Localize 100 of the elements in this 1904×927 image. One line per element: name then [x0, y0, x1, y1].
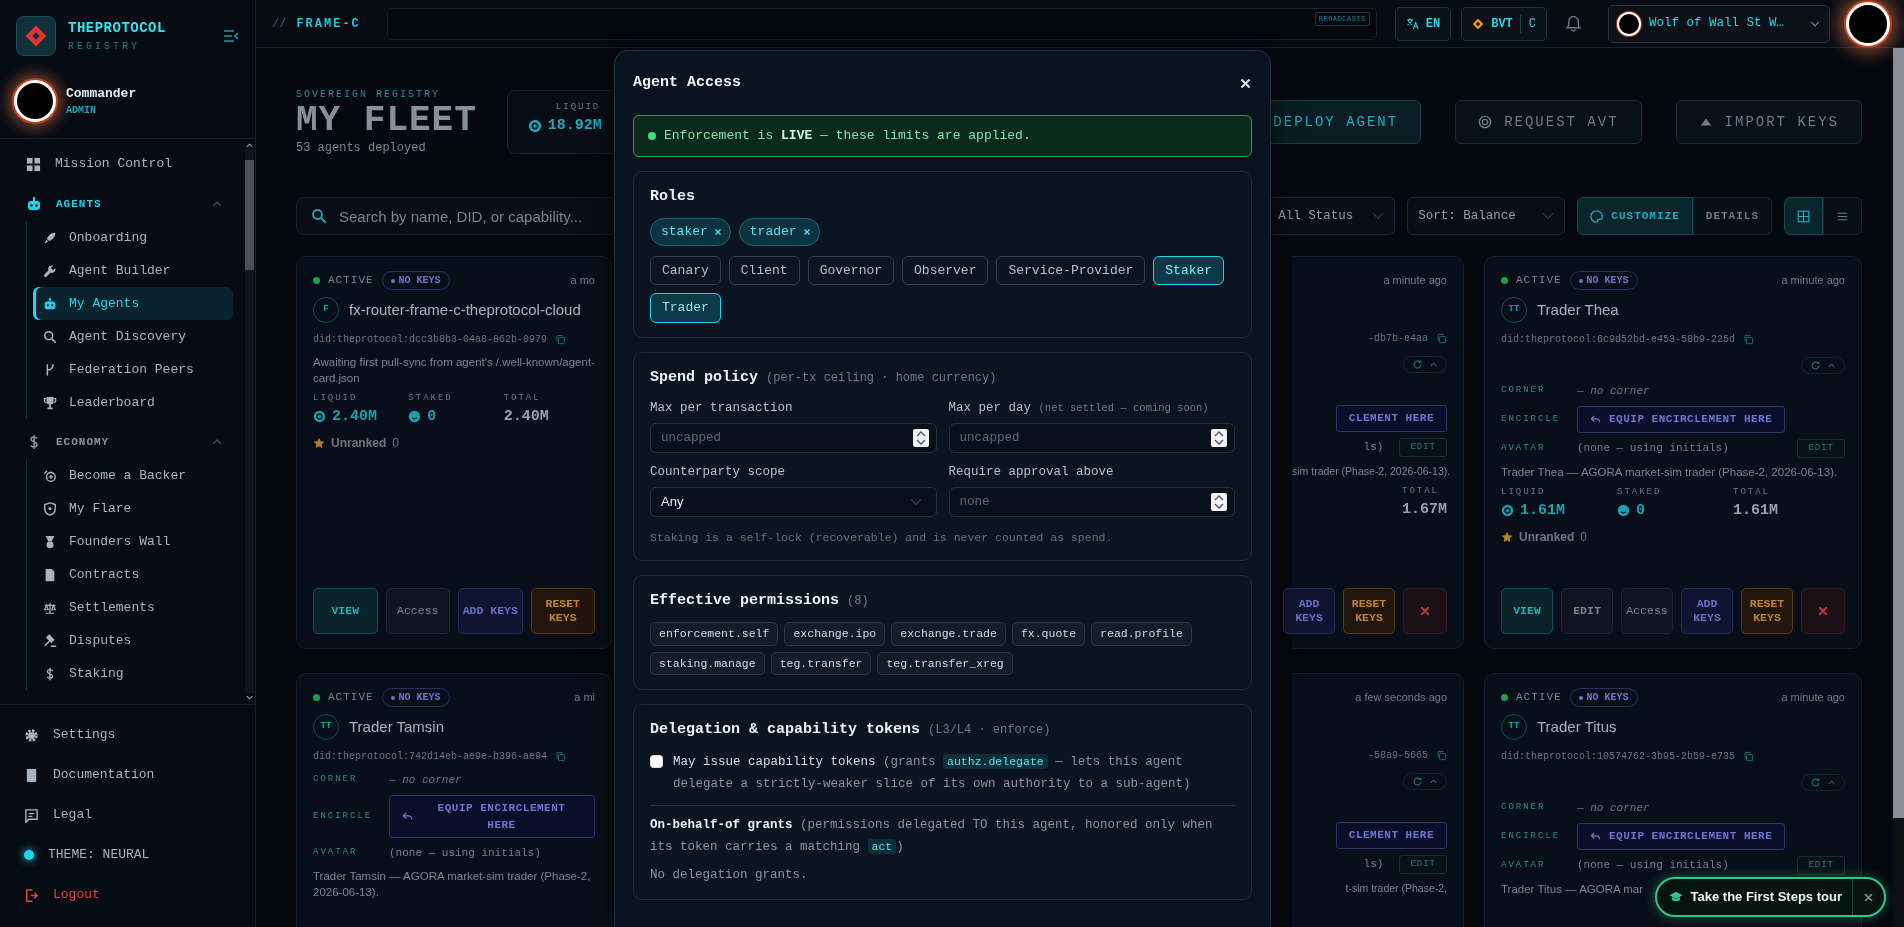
card-menu-toggle[interactable]: [1801, 356, 1845, 374]
currency-button[interactable]: BVT C: [1461, 6, 1547, 41]
section-title: Effective permissions: [650, 591, 840, 609]
page-eyebrow: SOVEREIGN REGISTRY: [296, 87, 442, 102]
nav-item[interactable]: My Flare: [33, 492, 233, 525]
nav-item[interactable]: Contracts: [33, 558, 233, 591]
agent-did: did:theprotocol:742d14eb-ae9e-b396-ae94: [313, 749, 548, 764]
field-label: AVATAR: [313, 846, 359, 860]
book-icon: [24, 767, 39, 783]
equip-button[interactable]: CLEMENT HERE: [1335, 822, 1447, 849]
role-option[interactable]: Observer: [902, 255, 989, 285]
copy-button[interactable]: [555, 750, 567, 762]
nav-group-header[interactable]: AGENTS: [16, 187, 233, 221]
edit-button[interactable]: EDIT: [1399, 437, 1447, 457]
edit-button[interactable]: EDIT: [1797, 438, 1845, 458]
scope-select[interactable]: Any: [650, 486, 937, 517]
card-action-button[interactable]: Access: [385, 588, 450, 634]
card-action-button[interactable]: Access: [1621, 588, 1673, 634]
role-option[interactable]: Canary: [650, 255, 721, 285]
card-action-button[interactable]: VIEW: [313, 588, 378, 634]
card-action-button[interactable]: RESET KEYS: [1343, 588, 1395, 634]
header-button[interactable]: REQUEST AVT: [1455, 100, 1642, 144]
sidebar-link[interactable]: Documentation: [16, 755, 241, 795]
copy-button[interactable]: [1436, 332, 1447, 344]
number-field[interactable]: uncapped: [650, 422, 937, 453]
field-label: AVATAR: [1501, 441, 1547, 455]
curved-arrow-icon: [1590, 830, 1601, 842]
equip-button[interactable]: EQUIP ENCIRCLEMENT HERE: [389, 795, 595, 838]
field-value: (none — using initials): [1577, 441, 1729, 456]
nav-item[interactable]: Settlements: [33, 591, 233, 624]
timestamp: a mo: [570, 273, 595, 289]
role-option[interactable]: Service-Provider: [996, 255, 1146, 285]
nav-item[interactable]: Mission Control: [16, 147, 233, 181]
section-note: (per-tx ceiling · home currency): [766, 370, 997, 385]
view-toggle[interactable]: [1784, 197, 1823, 235]
header-button[interactable]: IMPORT KEYS: [1675, 100, 1862, 144]
logout-link[interactable]: Logout: [16, 875, 241, 915]
checkbox[interactable]: [650, 755, 663, 769]
robot-icon: [43, 296, 57, 311]
card-menu-toggle[interactable]: [1403, 355, 1447, 373]
nav-item[interactable]: Disputes: [33, 624, 233, 657]
sidebar-link[interactable]: Legal: [16, 795, 241, 835]
copy-button[interactable]: [1436, 749, 1447, 761]
chevron-up-icon: [1827, 777, 1836, 787]
language-button[interactable]: EN: [1394, 6, 1452, 41]
sort-select[interactable]: Sort: Balance: [1407, 197, 1566, 235]
remove-button[interactable]: [802, 227, 811, 236]
nav-item[interactable]: Become a Backer: [33, 459, 233, 492]
equip-button[interactable]: EQUIP ENCIRCLEMENT HERE: [1577, 823, 1786, 850]
theme-toggle[interactable]: THEME: NEURAL: [16, 835, 241, 875]
card-action-button[interactable]: VIEW: [1501, 588, 1553, 634]
card-menu-toggle[interactable]: [1403, 772, 1447, 790]
close-icon: [1863, 891, 1874, 903]
role-option[interactable]: Governor: [807, 255, 895, 285]
nav-item[interactable]: Onboarding: [33, 221, 233, 254]
number-field[interactable]: uncapped: [948, 422, 1235, 453]
mode-tab[interactable]: DETAILS: [1692, 197, 1772, 235]
card-action-button[interactable]: ADD KEYS: [458, 588, 523, 634]
remove-button[interactable]: [713, 227, 722, 236]
stat-label: STAKED: [1617, 486, 1663, 499]
timestamp: a mi: [574, 690, 595, 706]
card-action-button[interactable]: ADD KEYS: [1283, 588, 1335, 634]
collapse-button[interactable]: [223, 28, 239, 44]
sidebar-link[interactable]: Settings: [16, 715, 241, 755]
account-dropdown[interactable]: Wolf of Wall St W…: [1608, 4, 1830, 43]
nav-item[interactable]: Founders Wall: [33, 525, 233, 558]
banner-text: Enforcement is LIVE — these limits are applied.: [664, 127, 1031, 145]
smiley-icon: [408, 410, 422, 424]
role-option[interactable]: Staker: [1153, 255, 1225, 285]
number-field[interactable]: none: [948, 486, 1235, 517]
avatar[interactable]: [1846, 1, 1890, 46]
edit-button[interactable]: EDIT: [1797, 855, 1845, 875]
nav-item[interactable]: Agent Builder: [33, 254, 233, 287]
scrollbar-thumb[interactable]: [244, 160, 254, 270]
nav-item[interactable]: Leaderboard: [33, 386, 233, 419]
view-toggle[interactable]: [1823, 197, 1862, 235]
equip-button[interactable]: EQUIP ENCIRCLEMENT HERE: [1577, 406, 1786, 433]
copy-button[interactable]: [1743, 333, 1755, 345]
card-action-button[interactable]: RESET KEYS: [1741, 588, 1793, 634]
role-option[interactable]: Trader: [650, 293, 721, 323]
close-button[interactable]: [1239, 76, 1252, 90]
rocket-icon: [43, 230, 57, 245]
nav-item[interactable]: Federation Peers: [33, 353, 233, 386]
equip-button[interactable]: CLEMENT HERE: [1335, 405, 1447, 432]
scrollbar-thumb[interactable]: [1893, 48, 1904, 818]
card-action-button[interactable]: ADD KEYS: [1681, 588, 1733, 634]
breadcrumb-separator: //: [272, 15, 287, 33]
edit-button[interactable]: EDIT: [1399, 854, 1447, 874]
nav-item[interactable]: Agent Discovery: [33, 320, 233, 353]
role-option[interactable]: Client: [728, 255, 800, 285]
nav-group-header[interactable]: ECONOMY: [16, 425, 233, 459]
card-menu-toggle[interactable]: [1801, 773, 1845, 791]
copy-button[interactable]: [1743, 750, 1755, 762]
copy-button[interactable]: [555, 333, 567, 345]
field-label: Counterparty scope: [650, 463, 787, 481]
nav-item[interactable]: My Agents: [33, 287, 233, 320]
nav-item[interactable]: Staking: [33, 657, 233, 690]
mode-tab[interactable]: CUSTOMIZE: [1577, 197, 1693, 235]
card-action-button[interactable]: RESET KEYS: [530, 588, 595, 634]
card-action-button[interactable]: EDIT: [1561, 588, 1613, 634]
